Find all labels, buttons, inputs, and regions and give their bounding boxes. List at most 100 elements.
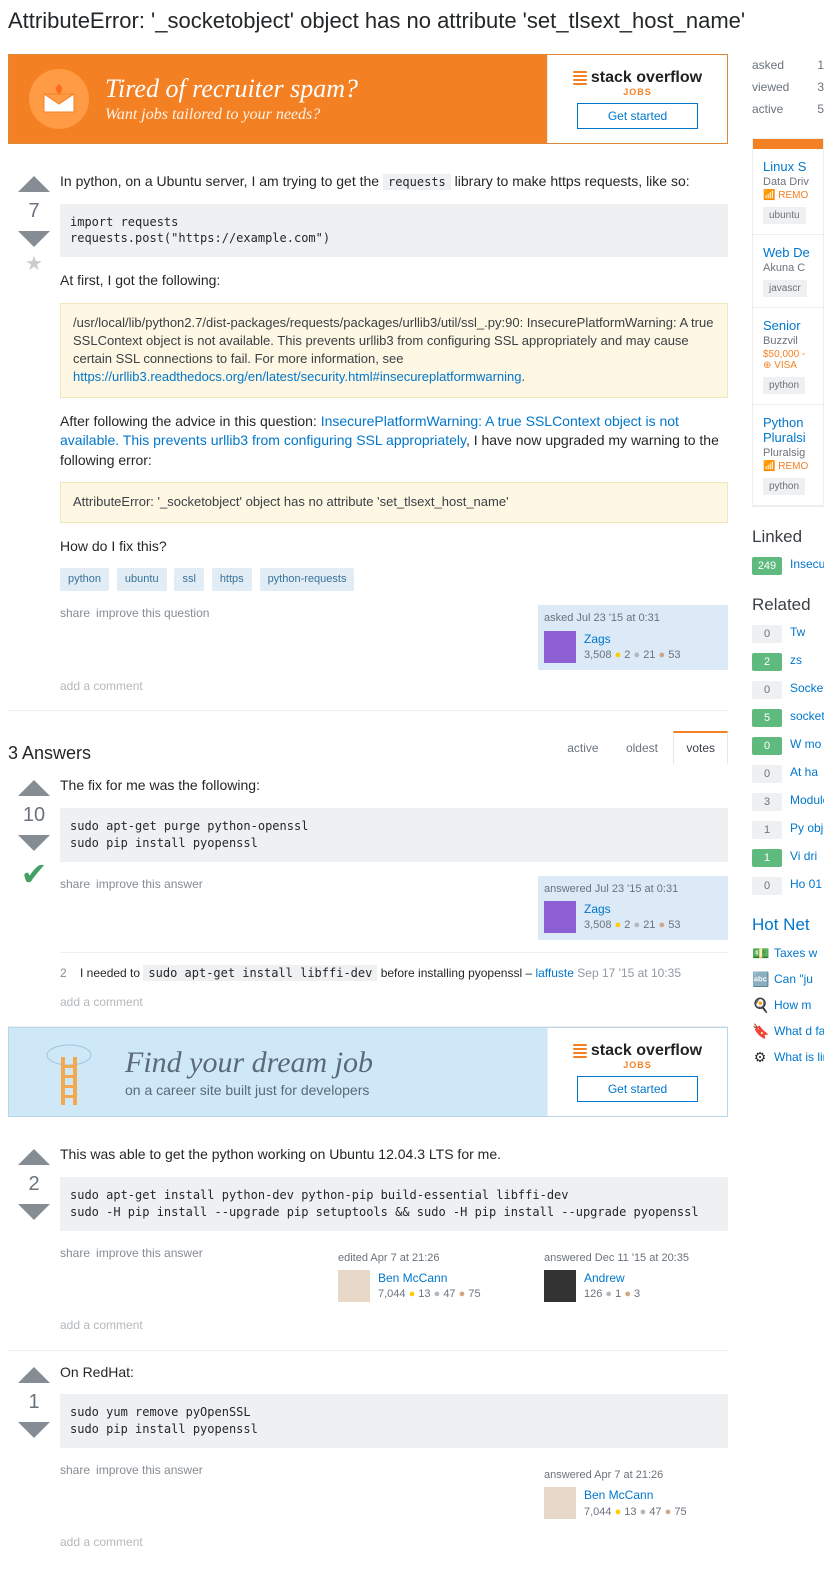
hot-question[interactable]: 🔤Can "ju: [752, 971, 824, 987]
tag[interactable]: python: [60, 568, 109, 591]
related-question[interactable]: 2zs: [752, 653, 824, 671]
hot-question[interactable]: 🍳How m: [752, 997, 824, 1013]
job-meta: ⊕ VISA: [763, 360, 813, 371]
avatar: [338, 1270, 370, 1302]
related-question[interactable]: 0Tw: [752, 625, 824, 643]
tag[interactable]: https: [212, 568, 252, 591]
related-link[interactable]: W mo: [790, 737, 821, 751]
related-link[interactable]: socketobject AttributeError att: [790, 709, 824, 723]
answer-post: 1 On RedHat: sudo yum remove pyOpenSSL s…: [8, 1351, 728, 1567]
add-comment-link[interactable]: add a comment: [60, 678, 728, 695]
score-badge: 0: [752, 877, 782, 895]
related-question[interactable]: 1Py object 'ge: [752, 821, 824, 839]
related-link[interactable]: Vi dri: [790, 849, 817, 863]
improve-link[interactable]: improve this question: [96, 606, 209, 620]
ladder-cloud-icon: [29, 1037, 109, 1107]
job-meta: 📶 REMO: [763, 461, 813, 472]
user-link[interactable]: Zags: [584, 632, 611, 646]
warning-notice: /usr/local/lib/python2.7/dist-packages/r…: [60, 303, 728, 398]
related-link[interactable]: Tw: [790, 625, 805, 639]
answerer-card: answered Jul 23 '15 at 0:31 Zags 3,508 2…: [538, 876, 728, 940]
job-tag[interactable]: python: [763, 377, 805, 394]
upvote-button[interactable]: [18, 1367, 50, 1383]
accepted-check-icon: ✔: [8, 855, 60, 893]
related-link[interactable]: Socketobject has no attribute '_socketob…: [790, 681, 824, 695]
hot-question[interactable]: ⚙What is line?: [752, 1049, 824, 1065]
user-link[interactable]: Zags: [584, 902, 611, 916]
linked-heading: Linked: [752, 527, 824, 547]
hot-question[interactable]: 🔖What d favorab: [752, 1023, 824, 1039]
user-link[interactable]: Ben McCann: [378, 1271, 447, 1285]
comment-score: 2: [60, 965, 80, 982]
job-listing[interactable]: Senior Buzzvil $50,000 - ⊕ VISA python: [753, 308, 823, 405]
job-company: Buzzvil: [763, 335, 813, 347]
hot-link[interactable]: Taxes w: [774, 946, 817, 960]
tag[interactable]: ssl: [174, 568, 203, 591]
banner-sub: Want jobs tailored to your needs?: [105, 106, 358, 124]
banner-heading: Find your dream job: [125, 1046, 373, 1080]
hot-link[interactable]: What d favorab: [774, 1024, 824, 1038]
downvote-button[interactable]: [18, 231, 50, 247]
hot-network-heading[interactable]: Hot Net: [752, 915, 824, 935]
related-question[interactable]: 0Socketobject has no attribute '_socketo…: [752, 681, 824, 699]
linked-link[interactable]: InsecurePlatformWarning: A true SSLConte…: [790, 557, 824, 571]
downvote-button[interactable]: [18, 835, 50, 851]
comment-author-link[interactable]: laffuste: [535, 966, 573, 980]
add-comment-link[interactable]: add a comment: [60, 1317, 728, 1334]
add-comment-link[interactable]: add a comment: [60, 1534, 728, 1551]
tag[interactable]: python-requests: [260, 568, 355, 591]
upvote-button[interactable]: [18, 176, 50, 192]
related-question[interactable]: 0 Ho 01: [752, 877, 824, 895]
job-title: Senior: [763, 318, 813, 333]
share-link[interactable]: share: [60, 606, 90, 620]
share-link[interactable]: share: [60, 1246, 90, 1260]
answered-time: answered Jul 23 '15 at 0:31: [544, 882, 722, 897]
related-question[interactable]: 3Module no Py: [752, 793, 824, 811]
tab-oldest[interactable]: oldest: [614, 733, 670, 763]
share-link[interactable]: share: [60, 1463, 90, 1477]
get-started-button[interactable]: Get started: [577, 103, 698, 129]
related-question[interactable]: 0At ha: [752, 765, 824, 783]
code-block: sudo apt-get install python-dev python-p…: [60, 1177, 728, 1231]
related-question[interactable]: 0W mo: [752, 737, 824, 755]
hot-link[interactable]: What is line?: [774, 1050, 824, 1064]
improve-link[interactable]: improve this answer: [96, 1246, 203, 1260]
downvote-button[interactable]: [18, 1204, 50, 1220]
question-intro: In python, on a Ubuntu server, I am tryi…: [60, 172, 728, 192]
related-link[interactable]: Py object 'ge: [790, 821, 824, 835]
related-link[interactable]: At ha: [790, 765, 818, 779]
hot-link[interactable]: Can "ju: [774, 972, 813, 986]
tab-active[interactable]: active: [555, 733, 610, 763]
job-listing[interactable]: Linux S Data Driv 📶 REMO ubuntu: [753, 149, 823, 235]
hot-link[interactable]: How m: [774, 998, 811, 1012]
job-tag[interactable]: ubuntu: [763, 207, 806, 224]
job-listing[interactable]: Web De Akuna C javascr: [753, 235, 823, 308]
improve-link[interactable]: improve this answer: [96, 877, 203, 891]
share-link[interactable]: share: [60, 877, 90, 891]
job-tag[interactable]: javascr: [763, 280, 807, 297]
tab-votes[interactable]: votes: [673, 731, 728, 764]
favorite-star-icon[interactable]: ★: [8, 251, 60, 276]
downvote-button[interactable]: [18, 1422, 50, 1438]
linked-question[interactable]: 249InsecurePlatformWarning: A true SSLCo…: [752, 557, 824, 575]
tag[interactable]: ubuntu: [117, 568, 167, 591]
job-tag[interactable]: python: [763, 478, 805, 495]
job-listing[interactable]: Python Pluralsi Pluralsig 📶 REMO python: [753, 405, 823, 506]
improve-link[interactable]: improve this answer: [96, 1463, 203, 1477]
text: The fix for me was the following:: [60, 776, 728, 796]
upvote-button[interactable]: [18, 1149, 50, 1165]
banner-sub: on a career site built just for develope…: [125, 1082, 373, 1098]
docs-link[interactable]: https://urllib3.readthedocs.org/en/lates…: [73, 369, 521, 384]
add-comment-link[interactable]: add a comment: [60, 994, 728, 1011]
related-question[interactable]: 1Vi dri: [752, 849, 824, 867]
hot-question[interactable]: 💵Taxes w: [752, 945, 824, 961]
inline-code: sudo apt-get install libffi-dev: [143, 965, 377, 981]
related-link[interactable]: Ho 01: [790, 877, 822, 891]
related-link[interactable]: Module no Py: [790, 793, 824, 807]
user-link[interactable]: Andrew: [584, 1271, 625, 1285]
user-link[interactable]: Ben McCann: [584, 1488, 653, 1502]
related-link[interactable]: zs: [790, 653, 802, 667]
get-started-button[interactable]: Get started: [577, 1076, 698, 1102]
upvote-button[interactable]: [18, 780, 50, 796]
related-question[interactable]: 5socketobject AttributeError att: [752, 709, 824, 727]
